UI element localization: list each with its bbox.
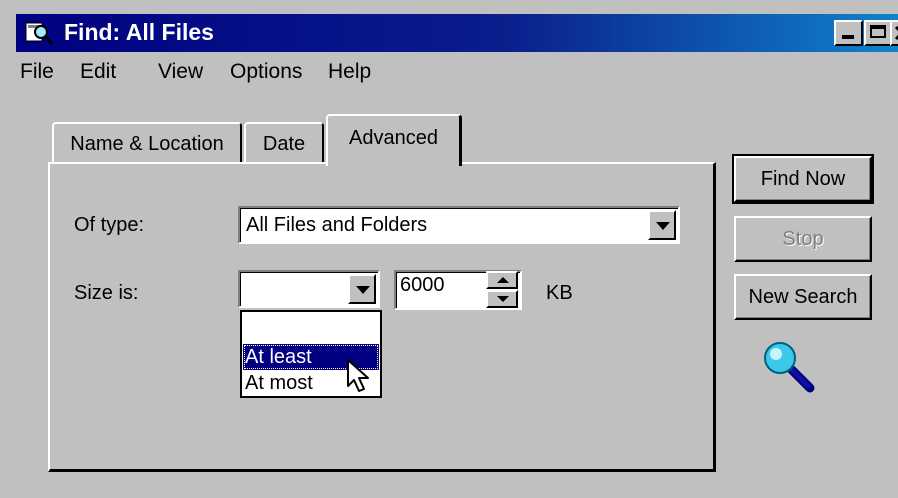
of-type-combobox[interactable]: All Files and Folders (238, 206, 680, 244)
spin-up-button[interactable] (486, 271, 518, 289)
tab-advanced[interactable]: Advanced (326, 114, 462, 166)
window-title: Find: All Files (64, 19, 214, 45)
size-value: 6000 (400, 274, 445, 296)
find-magnifier-icon (25, 22, 54, 45)
minimize-button[interactable] (834, 20, 863, 46)
tab-name-location[interactable]: Name & Location (52, 122, 242, 164)
size-unit-label: KB (546, 282, 573, 304)
menu-bar: File Edit View Options Help (16, 58, 896, 88)
find-window: Find: All Files File Edit View Options H… (0, 0, 898, 498)
mouse-pointer-icon (347, 359, 369, 392)
size-mode-dropdown-button[interactable] (348, 274, 376, 304)
size-spinner[interactable] (486, 271, 520, 309)
of-type-dropdown-button[interactable] (648, 210, 676, 240)
magnifying-glass-icon (764, 342, 815, 393)
size-mode-combobox[interactable] (238, 270, 380, 308)
of-type-value: All Files and Folders (246, 214, 428, 236)
tab-date[interactable]: Date (244, 122, 324, 164)
close-button[interactable] (890, 20, 898, 46)
menu-options[interactable]: Options (230, 60, 302, 84)
maximize-button[interactable] (864, 20, 893, 46)
size-is-label: Size is: (74, 282, 139, 304)
of-type-label: Of type: (74, 214, 145, 236)
dropdown-option-blank[interactable] (243, 320, 379, 346)
close-icon (894, 25, 898, 41)
title-bar[interactable]: Find: All Files (16, 14, 898, 52)
menu-edit[interactable]: Edit (80, 60, 116, 84)
menu-help[interactable]: Help (328, 60, 371, 84)
stop-button[interactable]: Stop (734, 216, 872, 262)
spin-down-button[interactable] (486, 290, 518, 308)
menu-view[interactable]: View (158, 60, 203, 84)
new-search-button[interactable]: New Search (734, 274, 872, 320)
find-now-button[interactable]: Find Now (732, 154, 874, 204)
menu-file[interactable]: File (20, 60, 54, 84)
